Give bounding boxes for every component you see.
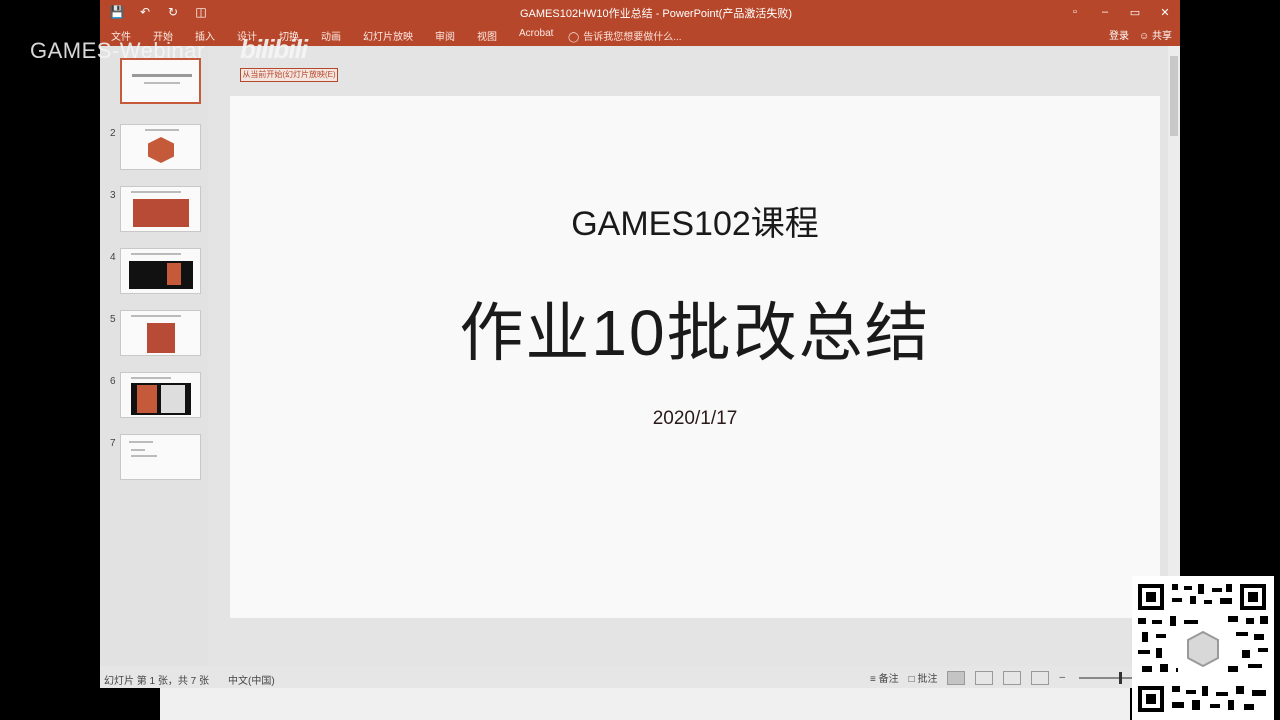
thumbnail-content: [131, 191, 181, 193]
notes-button[interactable]: ≡ 备注: [870, 670, 899, 685]
thumbnail-content: [147, 323, 175, 353]
ribbon-display-icon[interactable]: ▫: [1060, 0, 1090, 24]
games-webinar-watermark: GAMES-Webinar: [30, 38, 205, 63]
slide-canvas[interactable]: GAMES102课程 作业10批改总结 2020/1/17: [230, 96, 1160, 618]
undo-icon[interactable]: ↶: [136, 3, 154, 21]
thumbnail-number: 5: [110, 314, 116, 325]
qr-code: [1132, 576, 1274, 720]
reading-view-button[interactable]: [1003, 670, 1022, 685]
share-button[interactable]: ☺ 共享: [1139, 27, 1172, 42]
thumbnail-row[interactable]: 7: [100, 434, 208, 484]
qr-code-graphic: [1138, 584, 1268, 712]
thumbnail-content: [137, 385, 157, 413]
lightbulb-icon: ◯: [568, 32, 580, 43]
ribbon-tab[interactable]: 视图: [466, 28, 508, 43]
thumbnail-content: [145, 129, 179, 131]
thumbnail-content: [144, 82, 180, 84]
slide-thumbnail[interactable]: [120, 248, 201, 294]
slide-thumbnail[interactable]: [120, 434, 201, 480]
thumbnail-row[interactable]: 4: [100, 248, 208, 298]
window-controls: ▫ – ▭ ✕: [1060, 0, 1180, 24]
powerpoint-window: 💾 ↶ ↻ ◫ GAMES102HW10作业总结 - PowerPoint(产品…: [100, 0, 1180, 688]
window-title: GAMES102HW10作业总结 - PowerPoint(产品激活失败): [520, 8, 792, 20]
thumbnail-content: [148, 137, 174, 163]
ribbon-tab[interactable]: 动画: [310, 28, 352, 43]
slide-thumbnail[interactable]: [120, 58, 201, 104]
thumbnail-row[interactable]: 5: [100, 310, 208, 360]
thumbnail-content: [167, 263, 181, 285]
status-right-controls: ≡ 备注 □ 批注 –: [870, 670, 1160, 685]
ribbon-tab[interactable]: 幻灯片放映: [352, 28, 424, 43]
comments-button[interactable]: □ 批注: [909, 670, 938, 685]
slideshow-tooltip: 从当前开始(幻灯片放映(E): [240, 68, 338, 82]
ribbon-tab[interactable]: Acrobat: [508, 28, 564, 43]
redo-icon[interactable]: ↻: [164, 3, 182, 21]
ribbon-tab[interactable]: 审阅: [424, 28, 466, 43]
thumbnail-number: 7: [110, 438, 116, 449]
comments-label: 批注: [917, 674, 938, 685]
tell-me-box[interactable]: ◯ 告诉我您想要做什么...: [568, 28, 682, 43]
save-icon[interactable]: 💾: [108, 3, 126, 21]
status-bar: 幻灯片 第 1 张，共 7 张 中文(中国) ≡ 备注 □ 批注 –: [100, 666, 1180, 688]
account-area: 登录 ☺ 共享: [1109, 27, 1172, 42]
share-label: 共享: [1152, 31, 1172, 42]
taskbar-strip: [160, 688, 1130, 720]
thumbnail-content: [129, 261, 193, 289]
thumbnail-content: [131, 377, 171, 379]
language-indicator[interactable]: 中文(中国): [228, 672, 275, 687]
thumbnail-content: [131, 449, 145, 451]
thumbnail-number: 3: [110, 190, 116, 201]
zoom-out-button[interactable]: –: [1059, 672, 1065, 683]
thumbnail-content: [133, 199, 189, 227]
vertical-scrollbar[interactable]: [1168, 46, 1180, 666]
slide-thumbnail[interactable]: [120, 186, 201, 232]
slide-thumbnail[interactable]: [120, 372, 201, 418]
present-icon[interactable]: ◫: [192, 3, 210, 21]
thumbnail-content: [131, 253, 181, 255]
slide-course-title[interactable]: GAMES102课程: [230, 196, 1160, 245]
sign-in-link[interactable]: 登录: [1109, 27, 1129, 42]
notes-icon: ≡: [870, 674, 876, 685]
slide-thumbnail[interactable]: [120, 124, 201, 170]
thumbnail-number: 6: [110, 376, 116, 387]
notes-label: 备注: [878, 674, 899, 685]
thumbnail-number: 4: [110, 252, 116, 263]
slideshow-view-button[interactable]: [1031, 670, 1050, 685]
maximize-button[interactable]: ▭: [1120, 0, 1150, 24]
slide-counter: 幻灯片 第 1 张，共 7 张: [104, 676, 210, 687]
thumbnail-content: [131, 315, 181, 317]
slide-main-title[interactable]: 作业10批改总结: [230, 282, 1160, 374]
tell-me-text: 告诉我您想要做什么...: [583, 32, 682, 43]
person-icon: ☺: [1139, 31, 1150, 42]
thumbnail-row[interactable]: 6: [100, 372, 208, 422]
thumbnail-content: [131, 455, 157, 457]
close-button[interactable]: ✕: [1150, 0, 1180, 24]
scrollbar-thumb[interactable]: [1170, 56, 1178, 136]
normal-view-button[interactable]: [947, 670, 966, 685]
comment-icon: □: [908, 674, 915, 685]
slide-thumbnail-pane: 2 3 4 5 6 7: [100, 46, 208, 666]
thumbnail-content: [132, 74, 192, 77]
slide-date[interactable]: 2020/1/17: [230, 408, 1160, 430]
title-bar: 💾 ↶ ↻ ◫ GAMES102HW10作业总结 - PowerPoint(产品…: [100, 0, 1180, 24]
thumbnail-content: [161, 385, 185, 413]
thumbnail-content: [129, 441, 153, 443]
slide-thumbnail[interactable]: [120, 310, 201, 356]
quick-access-toolbar: 💾 ↶ ↻ ◫: [108, 3, 210, 21]
thumbnail-number: 2: [110, 128, 116, 139]
thumbnail-row[interactable]: 2: [100, 124, 208, 174]
minimize-button[interactable]: –: [1090, 0, 1120, 24]
slide-sorter-view-button[interactable]: [975, 670, 994, 685]
thumbnail-row[interactable]: [100, 58, 208, 108]
thumbnail-row[interactable]: 3: [100, 186, 208, 236]
zoom-slider-handle[interactable]: [1119, 671, 1123, 684]
bilibili-logo: bilibili: [240, 34, 308, 64]
